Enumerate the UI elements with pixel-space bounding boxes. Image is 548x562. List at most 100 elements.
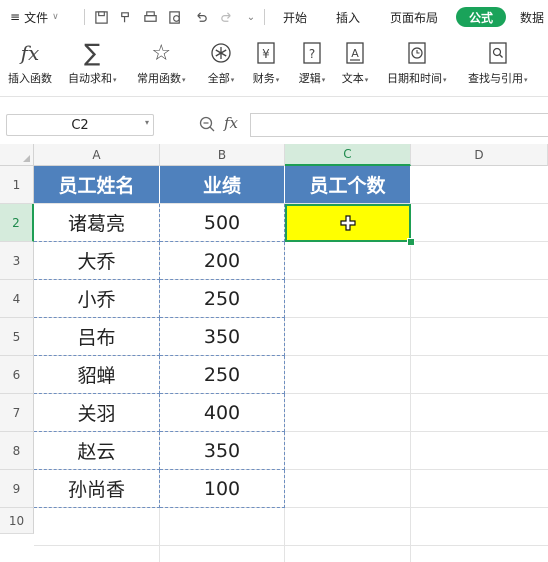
financial-button[interactable]: ¥ 财务▾: [252, 40, 280, 90]
divider: [0, 96, 548, 97]
row-header-6[interactable]: 6: [0, 356, 34, 394]
caret-down-icon: ▾: [443, 76, 447, 84]
header-performance[interactable]: 业绩: [160, 166, 285, 203]
format-painter-icon[interactable]: [116, 8, 134, 26]
caret-down-icon: ▾: [321, 76, 326, 84]
autosum-label: 自动求和: [68, 72, 112, 85]
spreadsheet-grid[interactable]: A B C D 1 2 3 4 5 6 7 8 9 10 员工姓名 业绩 员工个数诸葛亮 500 大乔 200 小乔 25…: [0, 144, 548, 562]
fill-handle[interactable]: [407, 238, 415, 246]
tab-page-layout[interactable]: 页面布局: [390, 0, 438, 34]
header-employee-count[interactable]: 员工个数: [285, 166, 411, 203]
svg-text:¥: ¥: [262, 47, 270, 61]
common-functions-button[interactable]: ☆ 常用函数▾: [137, 40, 186, 90]
logical-label: 逻辑: [298, 72, 321, 85]
row-header-4[interactable]: 4: [0, 280, 34, 318]
chevron-down-icon[interactable]: ▾: [145, 118, 149, 127]
row-header-5[interactable]: 5: [0, 318, 34, 356]
caret-down-icon: ▾: [182, 76, 186, 84]
tab-data[interactable]: 数据: [520, 0, 544, 34]
name-cell[interactable]: 吕布: [34, 318, 160, 356]
financial-label: 财务: [252, 72, 275, 85]
caret-down-icon: ▾: [230, 76, 235, 84]
more-icon[interactable]: ⌄: [242, 8, 260, 26]
all-functions-button[interactable]: 全部▾: [207, 40, 235, 90]
date-time-label: 日期和时间: [387, 72, 442, 85]
row-header-3[interactable]: 3: [0, 242, 34, 280]
name-cell[interactable]: 诸葛亮: [34, 204, 160, 242]
row-header-9[interactable]: 9: [0, 470, 34, 508]
svg-text:?: ?: [309, 47, 315, 61]
header-employee-name[interactable]: 员工姓名: [34, 166, 160, 203]
ribbon: fx 插入函数 ∑ 自动求和▾ ☆ 常用函数▾ 全部▾ ¥ 财务▾ ? 逻辑▾ …: [0, 34, 548, 94]
menu-bar: ≡ 文件 ∨ ⌄ 开始 插入 页面布局 公式 数据: [0, 0, 548, 34]
text-button[interactable]: A 文本▾: [341, 40, 369, 90]
lookup-reference-button[interactable]: 查找与引用▾: [468, 40, 528, 90]
score-cell[interactable]: 500: [160, 204, 285, 242]
search-reference-icon: [484, 40, 512, 66]
score-cell[interactable]: 250: [160, 280, 285, 318]
name-box[interactable]: C2 ▾: [6, 114, 154, 136]
date-time-button[interactable]: 日期和时间▾: [387, 40, 447, 90]
score-cell[interactable]: 350: [160, 432, 285, 470]
autosum-button[interactable]: ∑ 自动求和▾: [68, 39, 117, 90]
score-cell[interactable]: 100: [160, 470, 285, 508]
insert-function-button[interactable]: fx 插入函数: [8, 40, 52, 90]
undo-icon[interactable]: [192, 8, 210, 26]
row-header-10[interactable]: 10: [0, 508, 34, 534]
column-header-c[interactable]: C: [285, 144, 411, 166]
all-functions-label: 全部: [207, 72, 230, 85]
file-menu[interactable]: ≡ 文件 ∨: [10, 0, 59, 34]
tab-home[interactable]: 开始: [283, 0, 307, 34]
cell-cursor-icon: [340, 215, 356, 231]
column-header-a[interactable]: A: [34, 144, 160, 166]
yen-icon: ¥: [252, 40, 280, 66]
name-cell[interactable]: 赵云: [34, 432, 160, 470]
name-cell[interactable]: 关羽: [34, 394, 160, 432]
name-cell[interactable]: 大乔: [34, 242, 160, 280]
save-icon[interactable]: [92, 8, 110, 26]
score-cell[interactable]: 200: [160, 242, 285, 280]
name-cell[interactable]: 孙尚香: [34, 470, 160, 508]
asterisk-icon: [207, 40, 235, 66]
name-cell[interactable]: 小乔: [34, 280, 160, 318]
fx-icon[interactable]: fx: [224, 114, 238, 132]
name-cell[interactable]: 貂蝉: [34, 356, 160, 394]
gridline: [34, 545, 548, 546]
caret-down-icon: ▾: [275, 76, 280, 84]
svg-text:A: A: [351, 47, 359, 60]
menu-icon: ≡: [10, 10, 21, 24]
text-label: 文本: [341, 72, 364, 85]
lookup-reference-label: 查找与引用: [468, 72, 523, 85]
print-preview-icon[interactable]: [166, 8, 184, 26]
score-cell[interactable]: 400: [160, 394, 285, 432]
print-icon[interactable]: [141, 8, 159, 26]
insert-function-label: 插入函数: [8, 72, 52, 85]
caret-down-icon: ▾: [364, 76, 369, 84]
row-header-8[interactable]: 8: [0, 432, 34, 470]
logical-button[interactable]: ? 逻辑▾: [298, 40, 326, 90]
formula-input[interactable]: [250, 113, 548, 137]
tab-insert[interactable]: 插入: [336, 0, 360, 34]
row-header-7[interactable]: 7: [0, 394, 34, 432]
fx-icon: fx: [20, 41, 40, 65]
sigma-icon: ∑: [84, 39, 101, 67]
tab-formulas[interactable]: 公式: [456, 7, 506, 27]
score-cell[interactable]: 250: [160, 356, 285, 394]
divider: [264, 9, 265, 25]
column-header-d[interactable]: D: [411, 144, 548, 166]
caret-down-icon: ▾: [524, 76, 528, 84]
selected-cell-c2[interactable]: [285, 204, 411, 242]
zoom-search-icon[interactable]: [198, 115, 216, 133]
column-header-b[interactable]: B: [160, 144, 285, 166]
select-all-corner[interactable]: [0, 144, 34, 166]
row-header-1[interactable]: 1: [0, 166, 34, 204]
text-icon: A: [341, 40, 369, 66]
score-cell[interactable]: 350: [160, 318, 285, 356]
caret-down-icon: ▾: [113, 76, 117, 84]
redo-icon[interactable]: [217, 8, 235, 26]
row-header-2[interactable]: 2: [0, 204, 34, 242]
question-icon: ?: [298, 40, 326, 66]
formula-bar: C2 ▾ fx: [0, 106, 548, 140]
common-functions-label: 常用函数: [137, 72, 181, 85]
name-box-value: C2: [71, 117, 89, 133]
